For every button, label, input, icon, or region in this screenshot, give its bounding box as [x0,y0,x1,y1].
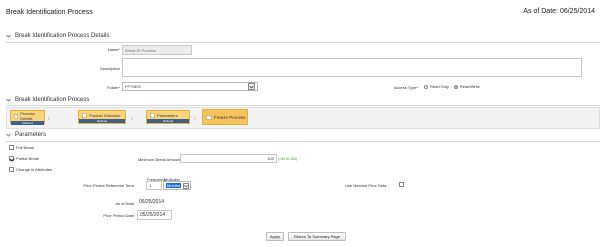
frequency-input[interactable]: 1 [146,181,162,190]
details-section-title: Break Identification Process Details [15,33,110,39]
folder-select[interactable]: FFTSEG [122,82,258,91]
chevron-down-icon[interactable] [183,182,189,189]
read-write-radio[interactable] [453,84,458,89]
min-break-hint: (>50 to 100) [278,157,297,161]
full-break-label: Full Break [16,145,35,150]
step-label: Product Selection [89,112,121,118]
step-status: Defined [79,119,125,123]
access-type-label: Access Type* [370,85,418,90]
step-parameters[interactable]: Parameters Defined [146,110,190,124]
chevron-down-icon [6,97,12,103]
prior-period-date-label: Prior Period Date [103,213,134,218]
partial-break-option[interactable]: Partial Break [9,156,39,161]
process-section-title: Break Identification Process [15,97,90,103]
as-of-value: 06/25/2014 [559,8,595,15]
step-label: Parameters [157,112,178,118]
partial-break-checkbox[interactable] [9,156,14,161]
apply-button[interactable]: Apply [266,232,284,241]
as-of-date-label: As of Date [115,201,134,206]
document-icon [150,112,155,118]
read-write-label: Read/Write [459,84,480,89]
use-nearest-label: Use Nearest Prior Data [345,183,387,188]
change-attributes-option[interactable]: Change in Attributes [9,167,52,172]
arrow-right-icon: › [131,116,133,122]
return-to-summary-button[interactable]: Return To Summary Page [288,232,346,241]
change-attributes-checkbox[interactable] [9,167,14,172]
step-process-details[interactable]: Process Details Defined [10,110,45,125]
step-status: Defined [11,121,44,125]
required-mark: * [118,85,120,90]
folder-icon [206,115,212,120]
step-label: Freeze Process [214,114,246,120]
name-field[interactable]: Break ID Process [122,45,192,55]
step-status: Defined [147,119,189,123]
min-break-input[interactable]: 100 [180,154,277,163]
partial-break-label: Partial Break [16,156,39,161]
as-of-date-value: 06/25/2014 [139,199,165,205]
use-nearest-checkbox[interactable] [399,182,404,187]
required-mark: * [118,47,120,52]
name-label-text: Name [107,47,119,52]
required-mark: * [416,85,418,90]
divider [6,141,600,142]
chevron-down-icon [6,132,12,138]
multiplier-value: Months [166,183,182,188]
arrow-right-icon: › [194,116,196,122]
page-title: Break Identification Process [6,9,93,16]
change-attributes-label: Change in Attributes [16,167,53,172]
process-section-header[interactable]: Break Identification Process [6,97,89,103]
full-break-checkbox[interactable] [9,145,14,150]
min-break-label: Minimum Break Amount [138,157,181,162]
details-section-header[interactable]: Break Identification Process Details [6,33,109,39]
chevron-down-icon[interactable] [248,83,255,90]
prior-period-date-input[interactable]: 05/25/2014 [137,210,172,220]
folder-value: FFTSEG [125,84,141,89]
step-freeze-process[interactable]: Freeze Process [202,109,248,125]
description-label: Description [99,66,120,71]
parameters-section-title: Parameters [15,132,47,138]
divider [6,42,600,43]
description-field[interactable] [122,58,582,77]
chevron-down-icon [6,33,12,39]
multiplier-select[interactable]: Months [163,181,191,190]
read-only-radio[interactable] [424,84,428,89]
prior-period-ref-label: Prior Period Reference Term [83,183,134,188]
arrow-right-icon: › [48,116,50,122]
name-label: Name* [80,47,120,52]
divider [6,105,600,106]
parameters-section-header[interactable]: Parameters [6,132,46,138]
full-break-option[interactable]: Full Break [9,145,34,150]
access-type-label-text: Access Type [393,85,417,90]
folder-label: Folder* [80,85,120,90]
access-type-group: Read Only Read/Write [424,84,480,89]
document-icon [14,114,18,118]
folder-label-text: Folder [107,85,119,90]
step-product-selection[interactable]: Product Selection Defined [78,110,126,124]
as-of-date-header: As of Date: 06/25/2014 [523,8,595,15]
read-only-label: Read Only [430,84,449,89]
as-of-label: As of Date: [523,8,558,15]
step-label: Process Details [20,111,35,121]
document-icon [82,112,87,118]
